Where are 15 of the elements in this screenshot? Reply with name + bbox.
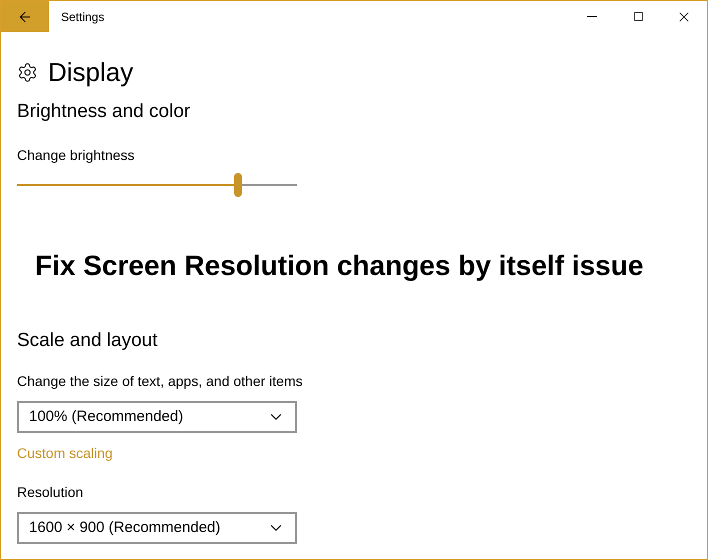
field-label: Resolution: [17, 483, 84, 502]
section-heading: Scale and layout: [17, 328, 158, 352]
window-title: Settings: [61, 8, 104, 26]
settings-icon: [17, 62, 38, 82]
caption-heading: Fix Screen Resolution changes by itself issue: [35, 248, 644, 283]
maximize-icon: [632, 11, 644, 22]
dropdown[interactable]: 1600 × 900 (Recommended): [17, 512, 297, 544]
field-label: Change the size of text, apps, and other items: [17, 372, 303, 391]
slider-label: Change brightness: [17, 146, 135, 165]
dropdown[interactable]: 100% (Recommended): [17, 401, 297, 433]
brightness-slider[interactable]: [17, 172, 297, 196]
section-heading: Brightness and color: [17, 100, 190, 124]
back-button[interactable]: [1, 1, 49, 32]
page-title: Display: [48, 56, 134, 88]
minimize-icon: [587, 16, 597, 17]
